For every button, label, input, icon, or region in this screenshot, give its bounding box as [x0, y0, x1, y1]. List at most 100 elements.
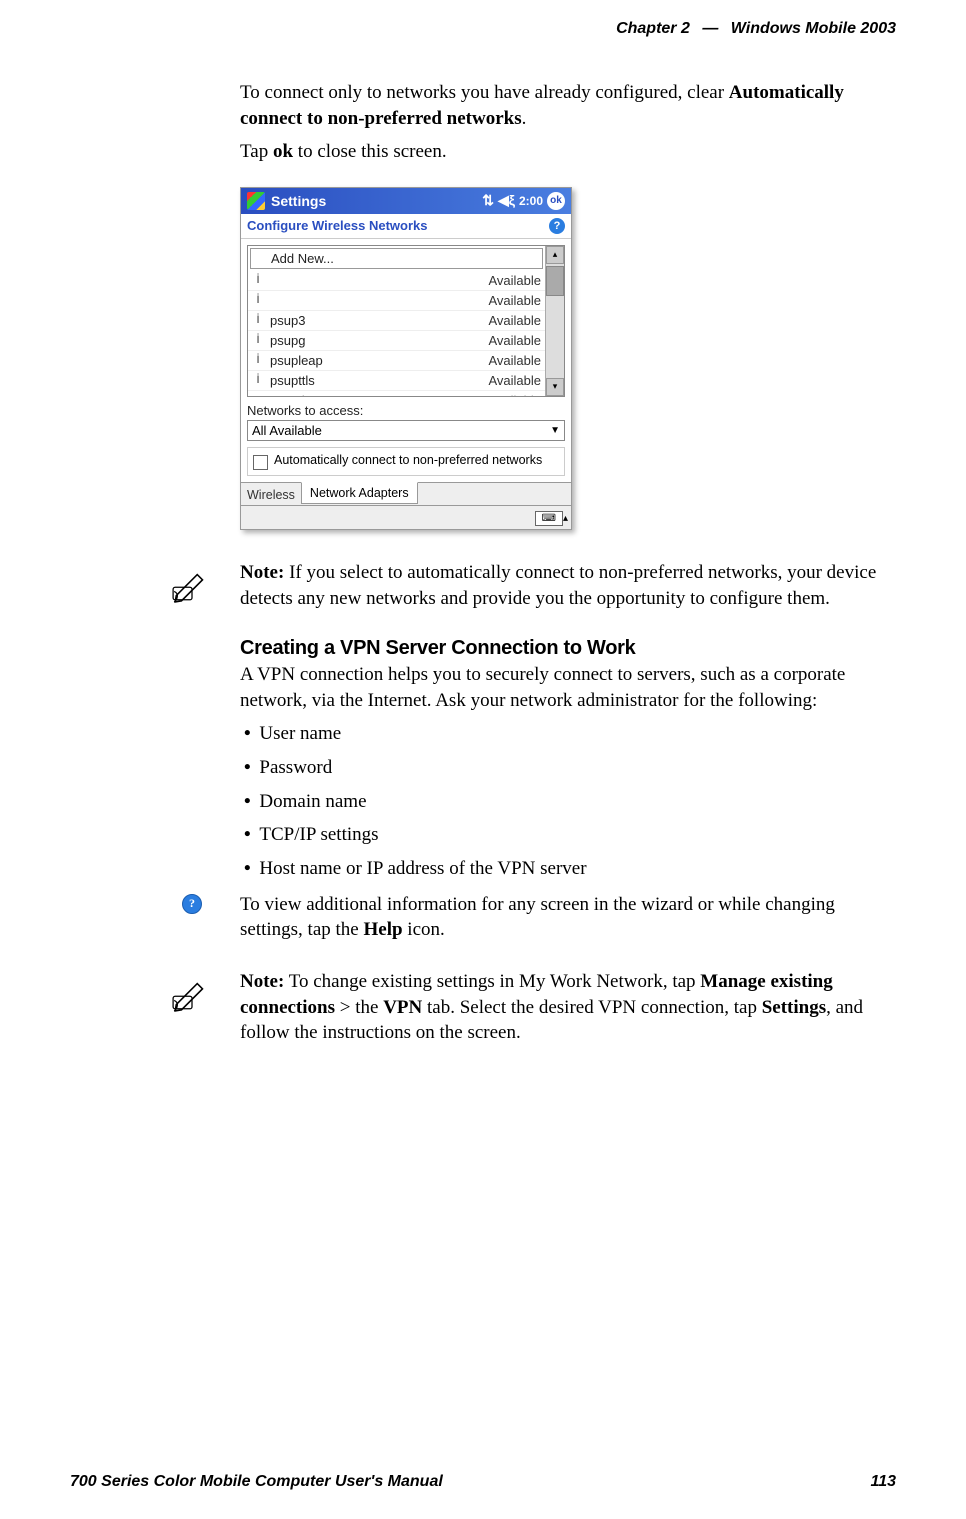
paragraph-2: Tap ok to close this screen.: [240, 139, 890, 165]
list-item: Host name or IP address of the VPN serve…: [244, 856, 890, 882]
antenna-icon: İ: [252, 294, 264, 306]
titlebar: Settings ⇅ ◀ξ 2:00 ok: [241, 188, 571, 214]
main-content: To connect only to networks you have alr…: [240, 80, 890, 1072]
titlebar-text: Settings: [271, 193, 326, 209]
list-item[interactable]: İ Available: [248, 291, 545, 311]
network-status: Available: [488, 313, 541, 328]
section-heading: Creating a VPN Server Connection to Work: [240, 637, 890, 660]
note2-bold: Note:: [240, 971, 284, 992]
network-name: psupg: [270, 333, 488, 348]
tip-icon-container: ?: [170, 892, 214, 951]
sip-bar: ⌨▴: [241, 505, 571, 529]
pencil-note-icon: [171, 971, 213, 1013]
chapter-label: Chapter: [616, 20, 676, 37]
note2-p2: > the: [335, 997, 383, 1018]
network-status: Available: [488, 373, 541, 388]
network-name: psupleap: [270, 353, 488, 368]
embedded-screenshot: Settings ⇅ ◀ξ 2:00 ok Configure Wireless…: [240, 187, 572, 530]
scroll-down-button[interactable]: ▾: [546, 378, 564, 396]
note-block-1: Note: If you select to automatically con…: [240, 560, 890, 619]
scroll-thumb[interactable]: [546, 266, 564, 296]
page-header: Chapter 2 — Windows Mobile 2003: [616, 20, 896, 38]
note1-bold: Note:: [240, 562, 284, 583]
scroll-track[interactable]: [546, 296, 564, 378]
networks-listbox[interactable]: Add New... İAvailable İAvailable İpsup3A…: [247, 245, 565, 397]
antenna-icon: ∘: [252, 394, 264, 396]
header-dash: —: [702, 20, 718, 37]
list-item[interactable]: İpsupgAvailable: [248, 331, 545, 351]
para1-text: To connect only to networks you have alr…: [240, 82, 729, 103]
list-item: Password: [244, 755, 890, 781]
tabs: Wireless Network Adapters: [241, 482, 571, 505]
para1-end: .: [522, 108, 527, 129]
connectivity-icon[interactable]: ⇅: [482, 192, 494, 209]
screen-subheader: Configure Wireless Networks ?: [241, 214, 571, 239]
section-paragraph: A VPN connection helps you to securely c…: [240, 662, 890, 713]
checkbox-icon[interactable]: [253, 455, 268, 470]
note1-text: Note: If you select to automatically con…: [240, 560, 890, 611]
tab-wireless[interactable]: Wireless: [241, 485, 301, 505]
tab-network-adapters[interactable]: Network Adapters: [301, 482, 418, 504]
tip-p2: icon.: [403, 919, 445, 940]
help-tip-icon: ?: [182, 894, 202, 914]
keyboard-icon[interactable]: ⌨: [535, 511, 563, 526]
add-new-row[interactable]: Add New...: [250, 248, 543, 269]
networks-to-access-label: Networks to access:: [241, 397, 571, 420]
network-name: psup3: [270, 313, 488, 328]
networks-to-access-dropdown[interactable]: All Available ▼: [247, 420, 565, 441]
note-icon: [170, 560, 214, 619]
paragraph-1: To connect only to networks you have alr…: [240, 80, 890, 131]
help-icon[interactable]: ?: [549, 218, 565, 234]
tip-p1: To view additional information for any s…: [240, 894, 835, 941]
volume-icon[interactable]: ◀ξ: [498, 192, 515, 209]
subheader-text: Configure Wireless Networks: [247, 218, 427, 234]
header-title: Windows Mobile 2003: [731, 20, 896, 37]
note2-b3: Settings: [762, 997, 826, 1018]
note2-b2: VPN: [383, 997, 422, 1018]
dropdown-value: All Available: [252, 423, 550, 438]
list-item[interactable]: İpsupttlsAvailable: [248, 371, 545, 391]
list-item[interactable]: İ Available: [248, 271, 545, 291]
list-item: Domain name: [244, 789, 890, 815]
para2-text: Tap: [240, 141, 273, 162]
start-icon[interactable]: [247, 192, 265, 210]
list-item: TCP/IP settings: [244, 822, 890, 848]
clock-text: 2:00: [519, 194, 543, 208]
list-item[interactable]: İpsupleapAvailable: [248, 351, 545, 371]
antenna-icon: İ: [252, 374, 264, 386]
note1-body: If you select to automatically connect t…: [240, 562, 876, 609]
scrollbar[interactable]: ▴ ▾: [545, 246, 564, 396]
pencil-note-icon: [171, 562, 213, 604]
para2-end: to close this screen.: [293, 141, 447, 162]
sip-arrow-icon[interactable]: ▴: [563, 513, 568, 524]
checkbox-label: Automatically connect to non-preferred n…: [274, 453, 542, 467]
chevron-down-icon: ▼: [550, 425, 560, 436]
page-number: 113: [870, 1473, 896, 1491]
auto-connect-checkbox-row[interactable]: Automatically connect to non-preferred n…: [247, 447, 565, 476]
list-item[interactable]: İpsup3Available: [248, 311, 545, 331]
network-status: Available: [488, 293, 541, 308]
ok-button[interactable]: ok: [547, 192, 565, 210]
note2-p1: To change existing settings in My Work N…: [284, 971, 700, 992]
chapter-number: 2: [681, 20, 690, 37]
antenna-icon: İ: [252, 334, 264, 346]
note2-text: Note: To change existing settings in My …: [240, 969, 890, 1046]
network-status: Available: [488, 273, 541, 288]
list-item: User name: [244, 721, 890, 747]
tip-block: ? To view additional information for any…: [240, 892, 890, 951]
network-name: psupttls: [270, 373, 488, 388]
antenna-icon: İ: [252, 274, 264, 286]
note2-p3: tab. Select the desired VPN connection, …: [422, 997, 761, 1018]
tip-text: To view additional information for any s…: [240, 892, 890, 943]
manual-title: 700 Series Color Mobile Computer User's …: [70, 1473, 443, 1491]
para2-bold: ok: [273, 141, 293, 162]
note-icon: [170, 969, 214, 1054]
network-name: swordamo: [270, 393, 488, 396]
page-footer: 700 Series Color Mobile Computer User's …: [70, 1473, 896, 1491]
network-status: Available: [488, 353, 541, 368]
list-item[interactable]: ∘ swordamoAvailable: [248, 391, 545, 396]
scroll-up-button[interactable]: ▴: [546, 246, 564, 264]
network-status: Available: [488, 393, 541, 396]
add-new-label: Add New...: [271, 251, 334, 266]
network-status: Available: [488, 333, 541, 348]
